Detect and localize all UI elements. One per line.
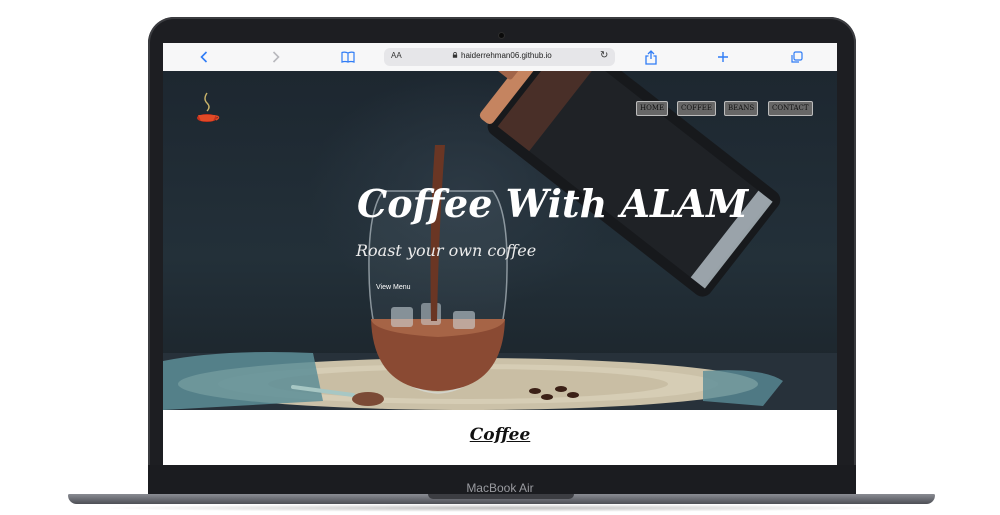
url-text: haiderrehman06.github.io [461,51,552,60]
section-title: Coffee [469,425,531,445]
nav-contact[interactable]: CONTACT [768,101,813,116]
nav-home[interactable]: HOME [636,101,669,116]
camera-icon [499,33,504,38]
nav-beans[interactable]: BEANS [724,101,759,116]
forward-icon[interactable] [269,48,283,66]
browser-toolbar: AA haiderrehman06.github.io ↻ [163,43,837,72]
tabs-icon[interactable] [788,48,804,66]
laptop-shadow [90,504,910,512]
hero-subtitle: Roast your own coffee [356,241,537,260]
share-icon[interactable] [643,48,659,66]
new-tab-icon[interactable] [715,48,731,66]
view-menu-link[interactable]: View Menu [376,284,411,291]
reload-icon[interactable]: ↻ [600,50,608,61]
site-logo-icon[interactable] [193,91,223,127]
model-label: MacBook Air [466,481,534,495]
reader-aa-button[interactable]: AA [391,51,402,60]
nav-coffee[interactable]: COFFEE [677,101,717,116]
lock-icon [452,52,458,58]
address-bar[interactable]: AA haiderrehman06.github.io ↻ [384,48,615,66]
back-icon[interactable] [197,48,211,66]
bookmarks-icon[interactable] [340,48,356,66]
laptop-base-notch [428,494,574,499]
browser-screen: AA haiderrehman06.github.io ↻ HOME COFFE… [163,43,837,465]
hero-section: HOME COFFEE BEANS CONTACT Coffee With AL… [163,71,837,410]
hero-title: Coffee With ALAM [357,181,749,226]
